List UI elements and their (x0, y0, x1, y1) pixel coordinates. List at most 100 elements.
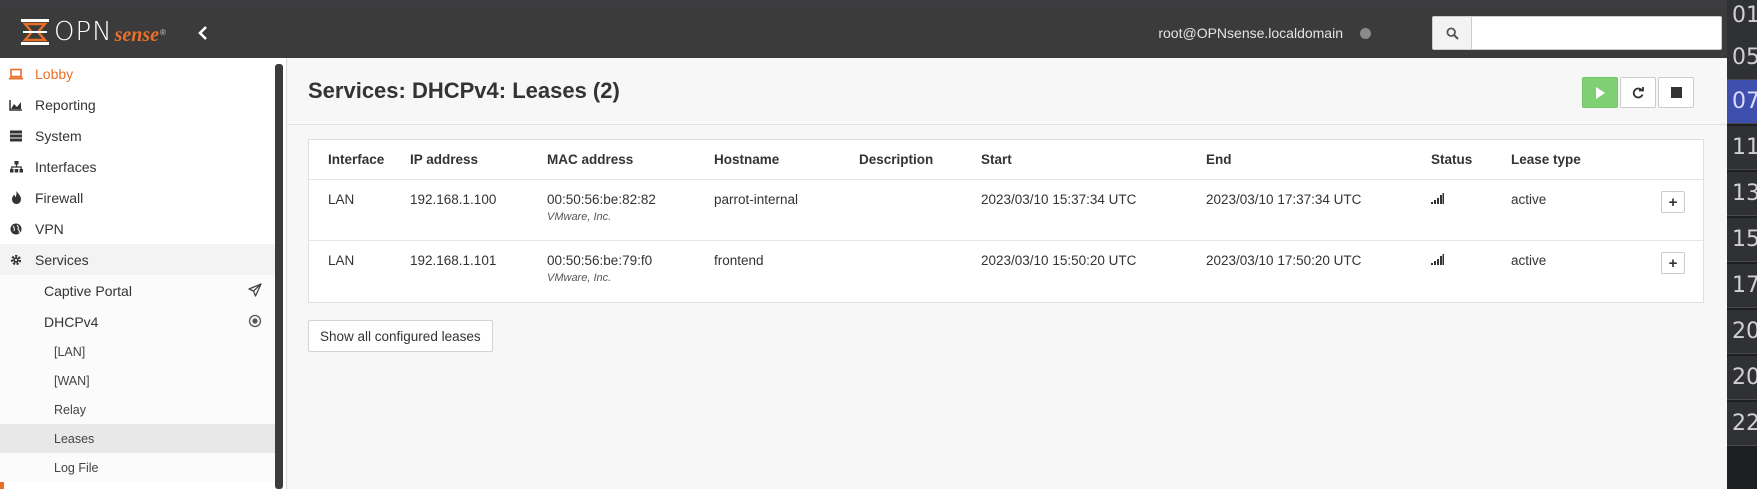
sidebar-item-label: Reporting (35, 96, 96, 113)
mac-value: 00:50:56:be:79:f0 (547, 253, 653, 268)
collapse-sidebar-button[interactable] (196, 25, 212, 41)
plus-icon: + (1668, 254, 1678, 272)
laptop-icon (9, 67, 23, 81)
interface-value: LAN (328, 192, 355, 207)
sidebar-item-label: [LAN] (54, 344, 86, 359)
start-value: 2023/03/10 15:50:20 UTC (981, 253, 1137, 268)
lease-type-value: active (1511, 253, 1547, 268)
lease-type-value: active (1511, 192, 1547, 207)
cell-hostname: parrot-internal (714, 179, 859, 241)
sidebar-item-vpn[interactable]: VPN (0, 213, 275, 244)
ip-value: 192.168.1.101 (410, 253, 497, 268)
opnsense-logo[interactable]: OPN sense ® (20, 17, 166, 47)
column-header[interactable]: Interface (309, 140, 410, 180)
table-row: LAN 192.168.1.101 00:50:56:be:79:f0 VMwar… (309, 241, 1703, 302)
cell-description (859, 179, 981, 241)
sidebar-item-label: Lobby (35, 65, 74, 82)
sidebar-item-captive-portal[interactable]: Captive Portal (0, 275, 275, 306)
cell-start: 2023/03/10 15:50:20 UTC (981, 241, 1206, 302)
area-chart-icon (9, 98, 23, 112)
cell-end: 2023/03/10 17:50:20 UTC (1206, 241, 1431, 302)
column-header[interactable]: Lease type (1511, 140, 1626, 180)
ip-value: 192.168.1.100 (410, 192, 497, 207)
cell-actions: + (1626, 241, 1703, 302)
mac-cell: 00:50:56:be:82:82 VMware, Inc. (547, 180, 714, 223)
user-menu[interactable]: root@OPNsense.localdomain (1158, 25, 1343, 41)
sidebar-item-interfaces[interactable]: Interfaces (0, 151, 275, 182)
sidebar-item-label: Relay (54, 402, 86, 417)
sidebar-item-label: Interfaces (35, 158, 97, 175)
clock-cell-highlighted: 07 (1727, 80, 1757, 124)
sidebar-item-dhcp-lan[interactable]: [LAN] (0, 337, 275, 366)
clock-cell: 01 (1727, 0, 1757, 38)
sidebar-item-dhcp-wan[interactable]: [WAN] (0, 366, 275, 395)
globe-icon (9, 222, 23, 236)
column-header[interactable]: IP address (410, 140, 547, 180)
column-header[interactable]: Status (1431, 140, 1511, 180)
clock-cell: 15 (1727, 218, 1757, 262)
column-header[interactable]: Start (981, 140, 1206, 180)
mac-value: 00:50:56:be:82:82 (547, 192, 656, 207)
top-navbar: OPN sense ® root@OPNsense.localdomain (0, 6, 1727, 58)
cell-status (1431, 179, 1511, 241)
restart-service-button[interactable] (1620, 77, 1656, 108)
clock-cell: 11 (1727, 126, 1757, 170)
end-value: 2023/03/10 17:50:20 UTC (1206, 253, 1362, 268)
end-value: 2023/03/10 17:37:34 UTC (1206, 192, 1362, 207)
logo-sense-text: sense (114, 23, 160, 46)
table-row: LAN 192.168.1.100 00:50:56:be:82:82 VMwar… (309, 179, 1703, 241)
clock-cell: 13 (1727, 172, 1757, 216)
sitemap-icon (9, 160, 23, 174)
hostname-value: parrot-internal (714, 192, 799, 207)
app-window: OPN sense ® root@OPNsense.localdomain Lo… (0, 0, 1727, 489)
mac-vendor: VMware, Inc. (547, 272, 612, 284)
column-header[interactable]: Hostname (714, 140, 859, 180)
sidebar: Lobby Reporting System Interfaces Firewa… (0, 58, 287, 489)
interface-value: LAN (328, 253, 355, 268)
cell-description (859, 241, 981, 302)
show-all-leases-button[interactable]: Show all configured leases (308, 320, 493, 352)
column-header[interactable]: End (1206, 140, 1431, 180)
add-static-mapping-button[interactable]: + (1661, 191, 1685, 213)
sidebar-item-services[interactable]: Services (0, 244, 275, 275)
start-service-button[interactable] (1582, 77, 1618, 108)
right-clock-strip: 01 05 07 11 13 15 17 20 20 22 (1727, 0, 1757, 489)
sidebar-item-firewall[interactable]: Firewall (0, 182, 275, 213)
column-header[interactable]: MAC address (547, 140, 714, 180)
column-label: Interface (328, 152, 385, 167)
stop-icon (1670, 87, 1682, 98)
sidebar-item-label: Firewall (35, 189, 84, 206)
sidebar-scrollbar[interactable] (275, 64, 283, 489)
cell-status (1431, 241, 1511, 302)
cell-mac: 00:50:56:be:82:82 VMware, Inc. (547, 179, 714, 241)
sidebar-item-dhcpv4[interactable]: DHCPv4 (0, 306, 275, 337)
cell-ip: 192.168.1.101 (410, 241, 547, 302)
sidebar-item-reporting[interactable]: Reporting (0, 89, 275, 120)
search-icon (1433, 17, 1472, 49)
add-static-mapping-button[interactable]: + (1661, 252, 1685, 274)
sidebar-item-dhcp-leases[interactable]: Leases (0, 424, 275, 453)
description-value (859, 241, 981, 253)
sidebar-item-dhcp-relay[interactable]: Relay (0, 395, 275, 424)
sidebar-item-dhcp-log-file[interactable]: Log File (0, 453, 275, 482)
clock-cell: 05 (1727, 36, 1757, 80)
refresh-icon (1632, 86, 1644, 98)
stop-service-button[interactable] (1658, 77, 1694, 108)
sidebar-item-system[interactable]: System (0, 120, 275, 151)
play-icon (1595, 86, 1605, 99)
sidebar-item-label: Log File (54, 460, 99, 475)
mac-cell: 00:50:56:be:79:f0 VMware, Inc. (547, 241, 714, 284)
sidebar-item-lobby[interactable]: Lobby (0, 58, 275, 89)
server-icon (9, 129, 23, 143)
sidebar-item-label: VPN (35, 220, 64, 237)
leases-table-card: Interface IP address MAC address Hostnam… (308, 139, 1704, 303)
logo-text: OPN (54, 17, 113, 47)
paper-plane-icon (248, 283, 263, 298)
cell-mac: 00:50:56:be:79:f0 VMware, Inc. (547, 241, 714, 302)
signal-icon (1431, 241, 1511, 268)
column-header[interactable]: Description (859, 140, 981, 180)
search-input[interactable] (1472, 17, 1721, 49)
cell-actions: + (1626, 179, 1703, 241)
cog-icon (9, 253, 23, 267)
sidebar-item-label: Services (35, 251, 89, 268)
